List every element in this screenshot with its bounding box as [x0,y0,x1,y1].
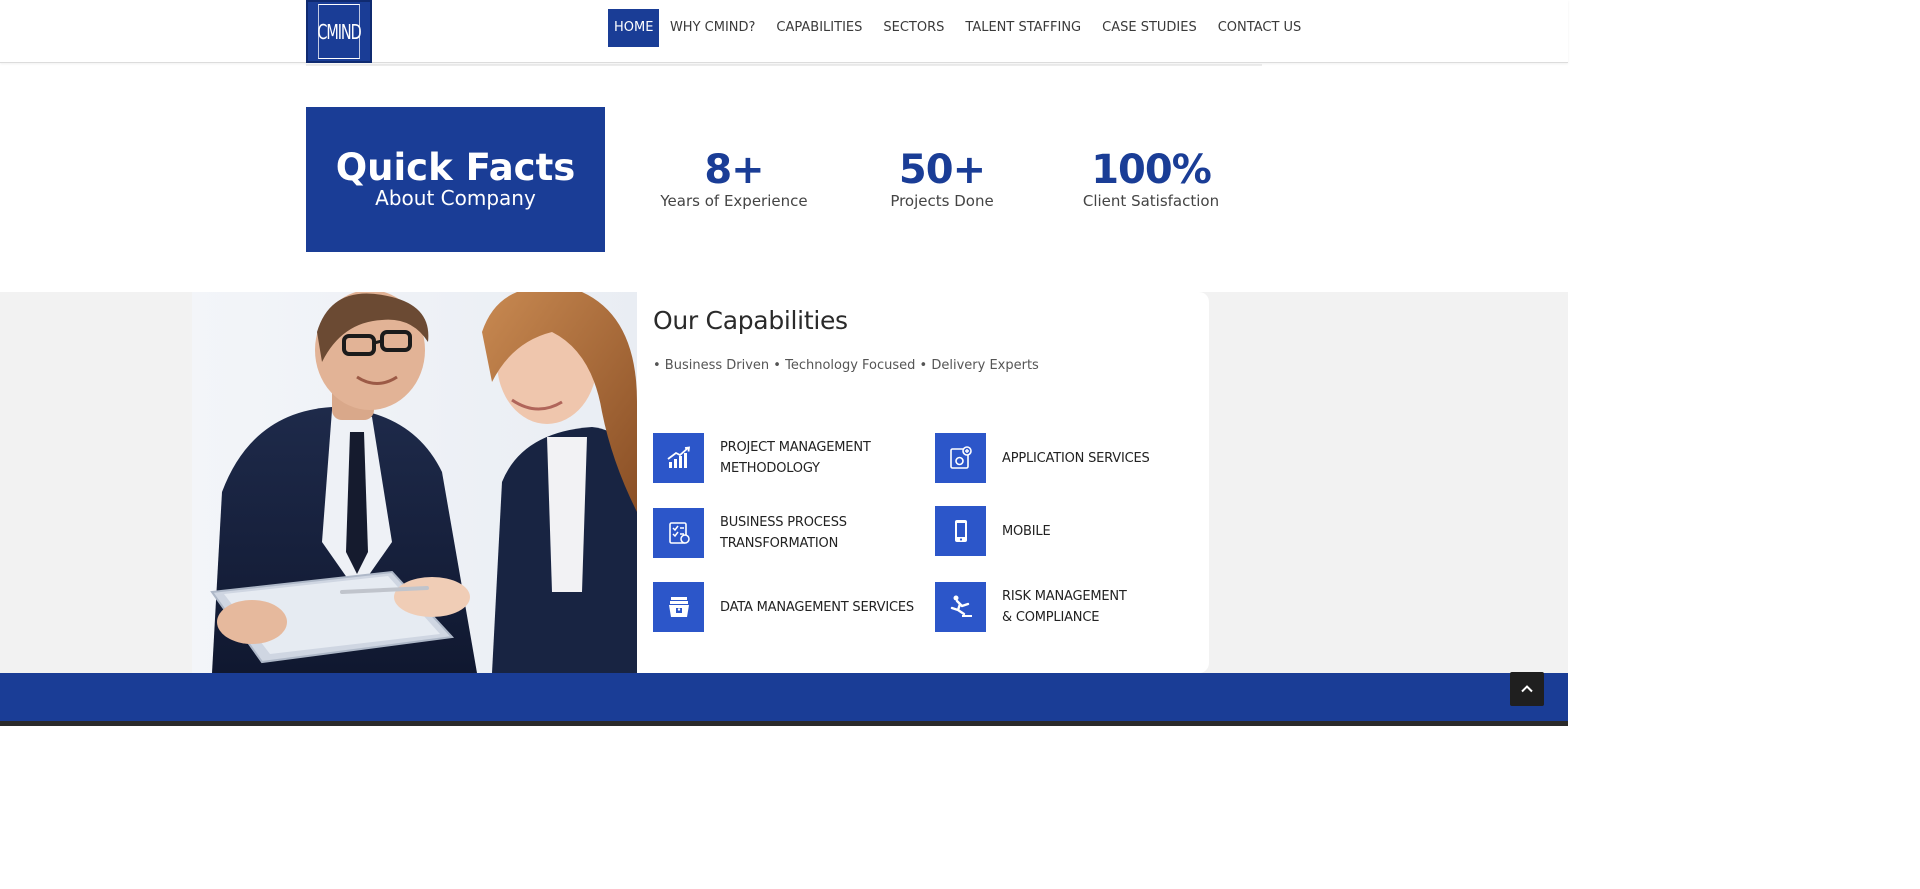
capability-mobile[interactable]: MOBILE [935,506,1051,556]
stat-label: Years of Experience [660,192,808,210]
capability-application-services[interactable]: APPLICATION SERVICES [935,433,1150,483]
capability-label: DATA MANAGEMENT SERVICES [720,597,914,618]
footer-band [0,673,1568,726]
main-nav: HOME WHY CMIND? CAPABILITIES SECTORS TAL… [608,9,1312,47]
app-settings-icon [935,433,986,483]
capability-label: RISK MANAGEMENT & COMPLIANCE [1002,586,1127,628]
scroll-to-top-button[interactable] [1510,672,1544,706]
checklist-icon [653,508,704,558]
capability-label-line: BUSINESS PROCESS [720,515,847,530]
quick-facts-subtitle: About Company [375,186,536,210]
capability-label: PROJECT MANAGEMENT METHODOLOGY [720,437,871,479]
growth-chart-icon [653,433,704,483]
stat-value: 50+ [898,147,986,193]
capability-business-process[interactable]: BUSINESS PROCESS TRANSFORMATION [653,508,847,558]
nav-capabilities[interactable]: CAPABILITIES [766,9,873,47]
site-header: CMIND HOME WHY CMIND? CAPABILITIES SECTO… [0,0,1568,63]
stat-label: Client Satisfaction [1082,192,1220,210]
capability-label-line: & COMPLIANCE [1002,610,1100,625]
capability-label: MOBILE [1002,521,1051,542]
nav-talent-staffing[interactable]: TALENT STAFFING [955,9,1092,47]
quick-facts-box: Quick Facts About Company [306,107,605,252]
capability-risk-management[interactable]: RISK MANAGEMENT & COMPLIANCE [935,582,1127,632]
capability-label: APPLICATION SERVICES [1002,448,1150,469]
capability-data-management[interactable]: DATA MANAGEMENT SERVICES [653,582,914,632]
data-archive-icon [653,582,704,632]
footer-bottom-strip [0,721,1568,726]
stat-years: 8+ Years of Experience [634,148,834,210]
capability-label-line: METHODOLOGY [720,461,820,476]
capability-label-line: PROJECT MANAGEMENT [720,440,871,455]
stat-value: 100% [1091,147,1212,193]
stat-projects: 50+ Projects Done [842,148,1042,210]
nav-why-cmind[interactable]: WHY CMIND? [659,9,765,47]
slip-hazard-icon [935,582,986,632]
capability-label-line: DATA MANAGEMENT SERVICES [720,599,914,615]
quick-facts-title: Quick Facts [335,146,576,189]
chevron-up-icon [1521,685,1533,693]
capability-label-line: TRANSFORMATION [720,536,839,551]
nav-home[interactable]: HOME [608,9,660,47]
capability-project-management[interactable]: PROJECT MANAGEMENT METHODOLOGY [653,433,871,483]
capabilities-tagline: • Business Driven • Technology Focused •… [653,358,1039,373]
capabilities-title: Our Capabilities [653,306,848,335]
header-divider [306,64,1262,66]
nav-sectors[interactable]: SECTORS [873,9,955,47]
capability-label-line: APPLICATION SERVICES [1002,450,1150,466]
capability-label-line: MOBILE [1002,523,1051,539]
stat-value: 8+ [704,147,764,193]
nav-contact-us[interactable]: CONTACT US [1207,9,1312,47]
capability-label: BUSINESS PROCESS TRANSFORMATION [720,512,847,554]
nav-case-studies[interactable]: CASE STUDIES [1092,9,1208,47]
capabilities-card: Our Capabilities • Business Driven • Tec… [637,292,1209,673]
business-people-photo [192,292,637,673]
logo-text: CMIND [317,4,362,59]
stat-satisfaction: 100% Client Satisfaction [1051,148,1251,210]
mobile-phone-icon [935,506,986,556]
capability-label-line: RISK MANAGEMENT [1002,589,1127,604]
stat-label: Projects Done [890,192,994,210]
logo[interactable]: CMIND [306,0,372,63]
